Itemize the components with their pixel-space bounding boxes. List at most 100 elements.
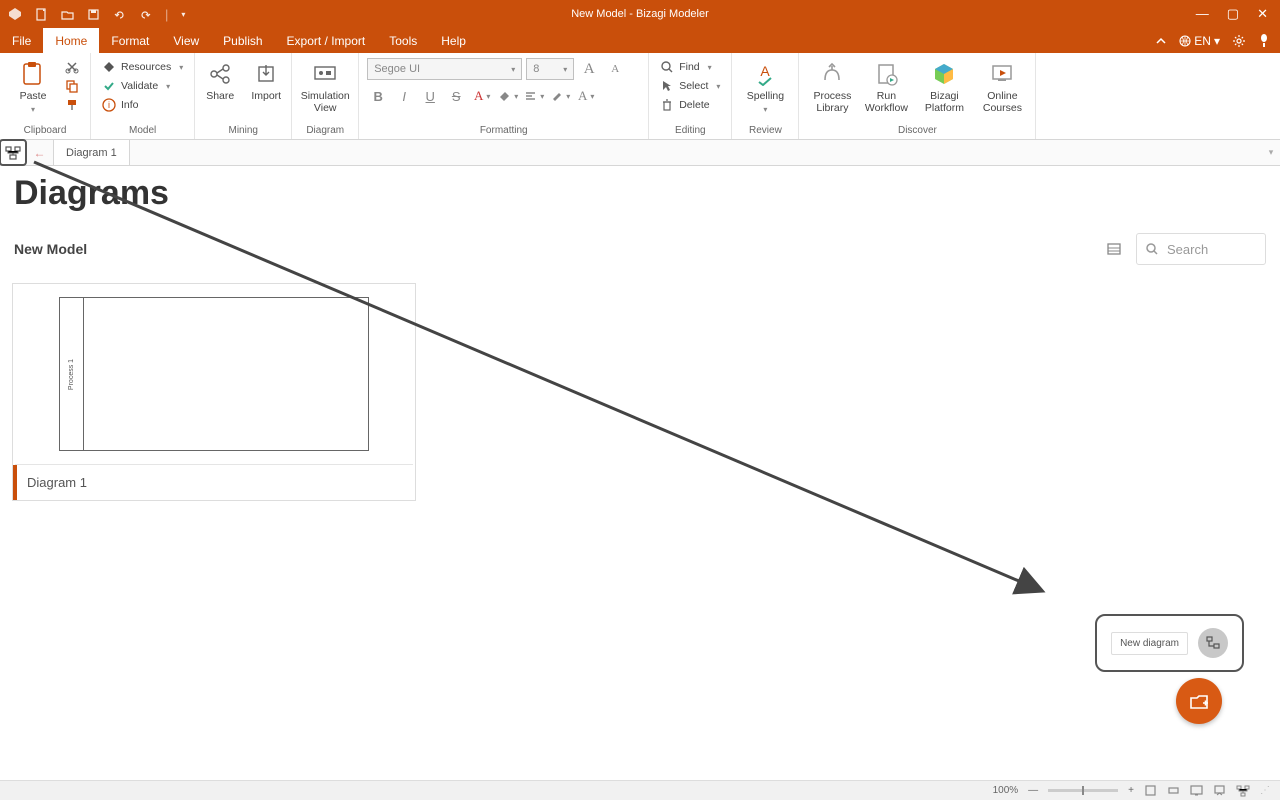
italic-button[interactable]: I [393,85,415,107]
paste-label: Paste [20,91,47,103]
strike-button[interactable]: S [445,85,467,107]
validate-button[interactable]: Validate [99,78,186,94]
bizagi-platform-button[interactable]: Bizagi Platform [915,56,973,114]
pool-label: Process 1 [68,358,75,389]
mining-group-label: Mining [199,125,287,138]
search-placeholder: Search [1167,242,1208,257]
search-icon [1145,242,1159,256]
online-courses-button[interactable]: Online Courses [977,56,1027,114]
qat-save-icon[interactable] [87,8,100,21]
select-button[interactable]: Select [657,78,723,94]
find-button[interactable]: Find [657,59,723,75]
process-library-button[interactable]: Process Library [807,56,857,114]
validate-label: Validate [121,80,158,92]
close-button[interactable]: ✕ [1257,6,1268,22]
info-button[interactable]: iInfo [99,97,186,113]
delete-label: Delete [679,99,709,111]
menu-help[interactable]: Help [429,28,478,53]
paste-button[interactable]: Paste ▾ [8,56,58,114]
search-input[interactable]: Search [1136,233,1266,265]
qat-open-icon[interactable] [61,8,74,21]
spelling-label: Spelling [747,91,784,103]
simulation-view-button[interactable]: Simulation View [300,56,350,114]
resize-grip-icon[interactable]: ⋰ [1260,785,1270,796]
paste-dropdown-icon: ▾ [31,106,35,115]
add-fab-button[interactable] [1176,678,1222,724]
fit-width-icon[interactable] [1167,784,1180,797]
info-label: Info [121,99,139,111]
view-presentation-icon[interactable] [1213,784,1226,797]
clipboard-group-label: Clipboard [8,125,82,138]
view-list-icon[interactable] [1106,241,1122,257]
grow-font-button[interactable]: A [578,58,600,80]
ribbon-collapse-icon[interactable] [1155,35,1167,47]
shrink-font-button[interactable]: A [604,58,626,80]
zoom-out-button[interactable]: — [1028,785,1038,796]
menu-home[interactable]: Home [43,28,99,53]
review-group-label: Review [740,125,790,138]
highlight-button[interactable] [549,85,571,107]
zoom-slider[interactable] [1048,789,1118,792]
menu-publish[interactable]: Publish [211,28,274,53]
ribbon-group-model: Resources Validate iInfo Model [91,53,195,139]
zoom-in-button[interactable]: + [1128,785,1134,796]
qat-redo-icon[interactable] [139,8,152,21]
import-button[interactable]: Import [245,56,287,103]
spelling-button[interactable]: A Spelling ▾ [740,56,790,114]
content-area: Diagrams New Model Search Process 1 Diag… [6,170,1274,776]
zoom-value[interactable]: 100% [993,785,1019,796]
qat-dropdown-icon[interactable]: ▾ [181,10,185,19]
fit-page-icon[interactable] [1144,784,1157,797]
menu-file[interactable]: File [0,28,43,53]
maximize-button[interactable]: ▢ [1227,6,1239,22]
menu-view[interactable]: View [161,28,211,53]
cut-button[interactable] [62,59,82,75]
svg-text:A: A [761,63,771,79]
font-name-combo[interactable]: Segoe UI▾ [367,58,522,80]
language-button[interactable]: EN ▾ [1179,34,1220,48]
share-button[interactable]: Share [199,56,241,103]
underline-button[interactable]: U [419,85,441,107]
editing-group-label: Editing [657,125,723,138]
delete-button[interactable]: Delete [657,97,723,113]
ribbon: Paste ▾ Clipboard Resources Validate iIn… [0,53,1280,140]
new-diagram-button[interactable] [1198,628,1228,658]
font-color-button[interactable]: A [471,85,493,107]
bold-button[interactable]: B [367,85,389,107]
menu-format[interactable]: Format [99,28,161,53]
ribbon-group-discover: Process Library Run Workflow Bizagi Plat… [799,53,1036,139]
nav-back-button[interactable]: ← [26,140,54,165]
font-size-combo[interactable]: 8▾ [526,58,574,80]
import-label: Import [251,91,281,103]
diagrams-nav-button[interactable] [0,139,27,166]
qat-undo-icon[interactable] [113,8,126,21]
qat-new-icon[interactable] [35,8,48,21]
clear-format-button[interactable]: A [575,85,597,107]
menu-tools[interactable]: Tools [377,28,429,53]
settings-icon[interactable] [1232,34,1246,48]
align-button[interactable] [523,85,545,107]
fill-color-button[interactable] [497,85,519,107]
find-label: Find [679,61,699,73]
minimize-button[interactable]: — [1196,6,1209,22]
courses-label: Online Courses [977,91,1027,114]
new-diagram-callout: New diagram [1095,614,1244,672]
resources-button[interactable]: Resources [99,59,186,75]
view-diagram-list-icon[interactable] [1236,785,1250,797]
run-workflow-button[interactable]: Run Workflow [861,56,911,114]
help-icon[interactable] [1258,34,1270,48]
font-size-value: 8 [533,63,539,75]
tab-diagram-1[interactable]: Diagram 1 [54,140,130,165]
new-diagram-label: New diagram [1111,632,1188,655]
view-screen-icon[interactable] [1190,784,1203,797]
format-painter-button[interactable] [62,97,82,113]
ribbon-group-formatting: Segoe UI▾ 8▾ A A B I U S A A Forma [359,53,649,139]
language-label: EN [1194,34,1211,48]
titlebar: | ▾ New Model - Bizagi Modeler — ▢ ✕ [0,0,1280,28]
diagram-card[interactable]: Process 1 Diagram 1 [12,283,416,501]
menu-export-import[interactable]: Export / Import [275,28,378,53]
formatting-group-label: Formatting [367,125,640,138]
run-label: Run Workflow [861,91,911,114]
tabstrip-dropdown-icon[interactable]: ▾ [1262,140,1280,165]
copy-button[interactable] [62,78,82,94]
